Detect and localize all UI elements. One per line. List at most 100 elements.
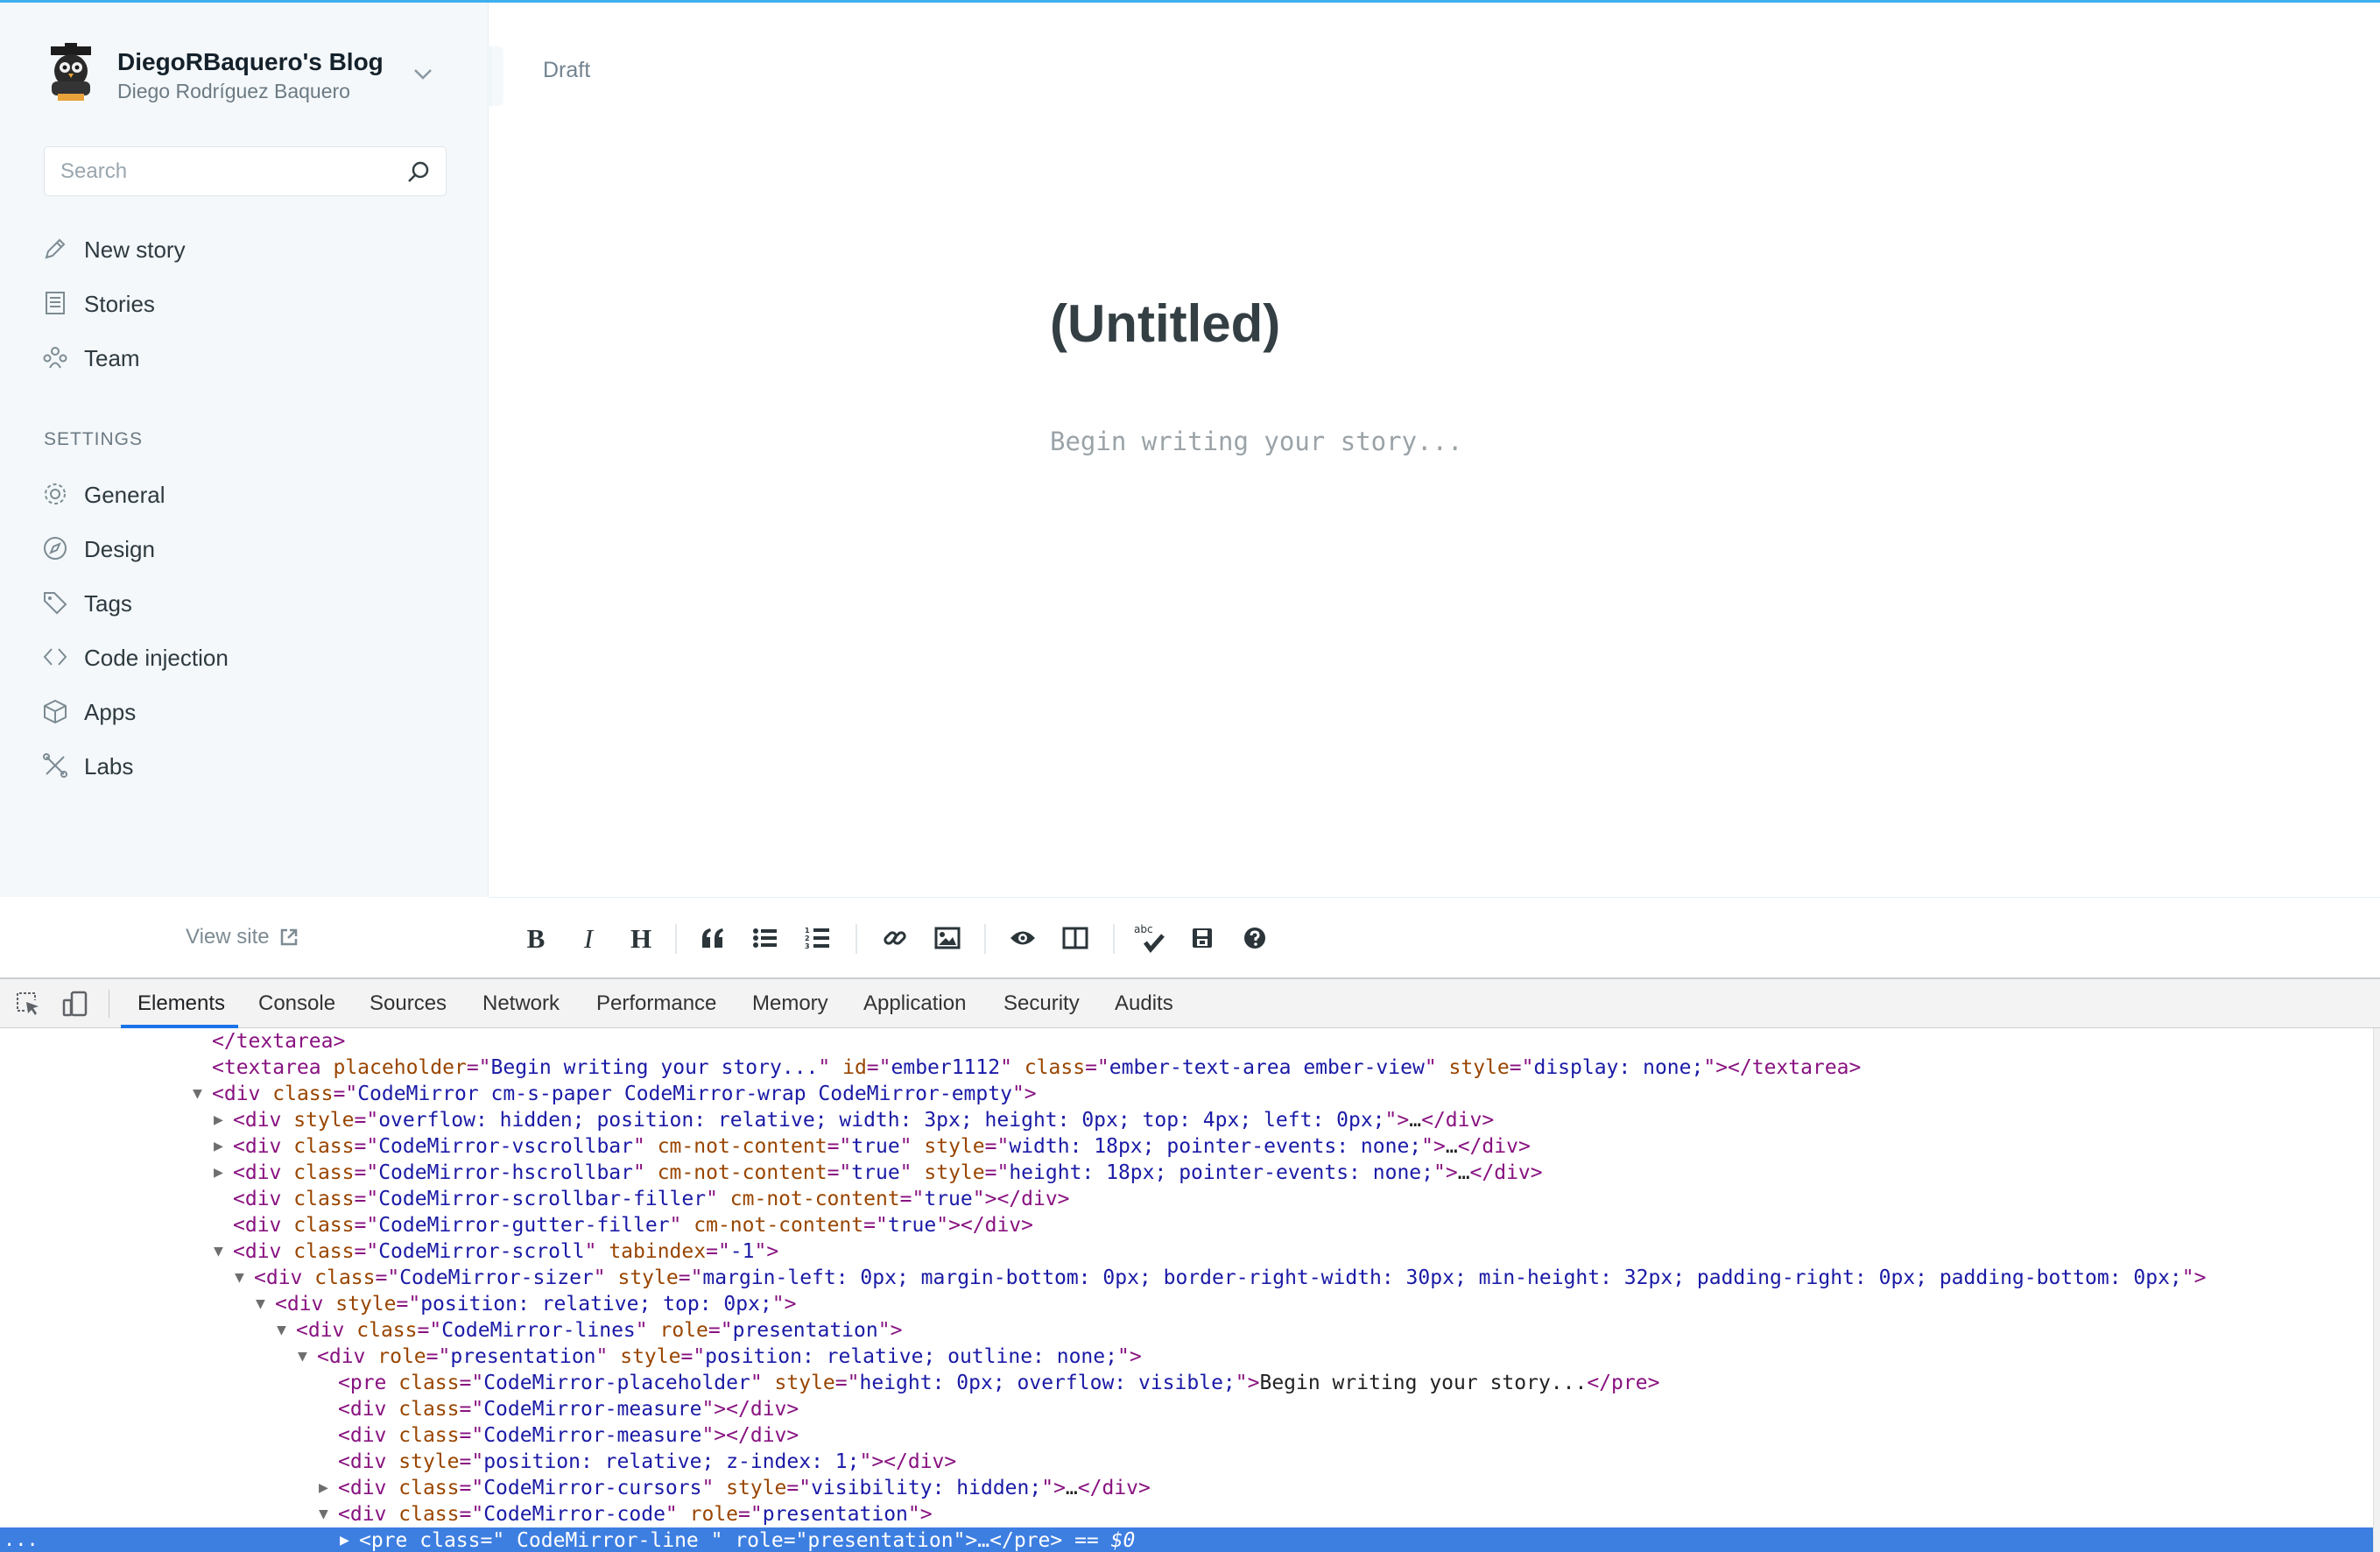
nav-new-story[interactable]: New story	[0, 225, 489, 272]
bold-label: B	[526, 922, 546, 954]
expanded-arrow-icon[interactable]: ▼	[298, 1344, 315, 1370]
inspect-element-icon[interactable]	[14, 990, 42, 1018]
preview-button[interactable]	[1003, 919, 1042, 957]
dom-node-line[interactable]: </textarea>	[0, 1028, 2373, 1055]
dom-node-markup: <div class="CodeMirror-measure"></div>	[338, 1398, 799, 1421]
expanded-arrow-icon[interactable]: ▼	[214, 1238, 231, 1265]
view-site-link[interactable]: View site	[186, 925, 299, 953]
link-icon	[884, 931, 906, 945]
nav-apps[interactable]: Apps	[0, 688, 489, 735]
image-icon	[934, 927, 961, 949]
nav-code-injection[interactable]: Code injection	[0, 633, 489, 681]
dom-node-line[interactable]: ▼ <div class="CodeMirror-sizer" style="ma…	[0, 1265, 2373, 1291]
tab-security[interactable]: Security	[1003, 991, 1080, 1016]
post-title[interactable]: (Untitled)	[1050, 293, 1280, 354]
blog-switcher[interactable]: DiegoRBaquero's Blog Diego Rodríguez Baq…	[44, 43, 447, 106]
tab-application[interactable]: Application	[863, 991, 966, 1016]
gear-icon	[45, 483, 66, 504]
dom-node-line[interactable]: ▶ <div class="CodeMirror-vscrollbar" cm-n…	[0, 1133, 2373, 1160]
bold-button[interactable]: B	[517, 919, 555, 957]
tab-sources[interactable]: Sources	[370, 991, 447, 1016]
sidebar: DiegoRBaquero's Blog Diego Rodríguez Baq…	[0, 3, 489, 897]
quote-button[interactable]	[694, 919, 732, 957]
dom-node-line[interactable]: <pre class="CodeMirror-placeholder" styl…	[0, 1370, 2373, 1396]
dom-node-line[interactable]: ▶ <div class="CodeMirror-cursors" style="…	[0, 1475, 2373, 1501]
dom-node-line[interactable]: <textarea placeholder="Begin writing you…	[0, 1055, 2373, 1081]
spellcheck-button[interactable]: abc	[1131, 919, 1170, 957]
nav-team[interactable]: Team	[0, 334, 489, 381]
tab-memory[interactable]: Memory	[752, 991, 828, 1016]
dom-node-line[interactable]: ▼ <div class="CodeMirror-scroll" tabindex…	[0, 1238, 2373, 1265]
dom-node-line[interactable]: ▼ <div class="CodeMirror-lines" role="pre…	[0, 1317, 2373, 1344]
tab-elements[interactable]: Elements	[137, 991, 225, 1016]
tab-network[interactable]: Network	[482, 991, 560, 1016]
dom-node-markup: <div class="CodeMirror-cursors" style="v…	[338, 1477, 1151, 1499]
fullscreen-button[interactable]	[1183, 919, 1222, 957]
box-icon	[44, 699, 67, 724]
svg-text:2: 2	[805, 935, 810, 942]
dom-node-line[interactable]: <div class="CodeMirror-measure"></div>	[0, 1396, 2373, 1422]
post-body-placeholder[interactable]: Begin writing your story...	[1050, 427, 1462, 456]
collapsed-arrow-icon[interactable]: ▶	[340, 1527, 357, 1552]
chevron-down-icon[interactable]	[410, 60, 436, 87]
devtools-panel: Elements Console Sources Network Perform…	[0, 977, 2380, 1552]
nav-label: Stories	[84, 291, 155, 317]
node-options-icon[interactable]: ...	[4, 1527, 39, 1552]
dom-node-line[interactable]: <div class="CodeMirror-measure"></div>	[0, 1422, 2373, 1449]
nav-tags[interactable]: Tags	[0, 579, 489, 626]
nav-stories[interactable]: Stories	[0, 279, 489, 327]
heading-button[interactable]: H	[622, 919, 660, 957]
nav-design[interactable]: Design	[0, 525, 489, 572]
search-icon[interactable]	[404, 158, 433, 187]
nav-labs[interactable]: Labs	[0, 742, 489, 789]
bullet-list-icon	[753, 928, 777, 948]
dom-node-line[interactable]: ▼ <div class="CodeMirror-code" role="pres…	[0, 1501, 2373, 1527]
tab-console[interactable]: Console	[258, 991, 335, 1016]
device-toolbar-icon[interactable]	[61, 990, 89, 1018]
dom-node-line[interactable]: ▶ <div style="overflow: hidden; position:…	[0, 1107, 2373, 1133]
dom-node-line[interactable]: <div style="position: relative; z-index:…	[0, 1449, 2373, 1475]
expanded-arrow-icon[interactable]: ▼	[277, 1317, 294, 1344]
markdown-toolbar: B I H 1 2 3 abc	[489, 897, 2380, 977]
collapsed-arrow-icon[interactable]: ▶	[319, 1475, 336, 1501]
team-icon	[43, 347, 67, 369]
dom-node-line[interactable]: ▼ <div style="position: relative; top: 0p…	[0, 1291, 2373, 1317]
collapsed-arrow-icon[interactable]: ▶	[214, 1107, 231, 1133]
dom-node-line[interactable]: ... ▶ <pre class=" CodeMirror-line " role=…	[0, 1527, 2373, 1552]
collapsed-arrow-icon[interactable]: ▶	[214, 1160, 231, 1186]
collapsed-arrow-icon[interactable]: ▶	[214, 1133, 231, 1160]
expanded-arrow-icon[interactable]: ▼	[319, 1501, 336, 1527]
save-icon	[1193, 928, 1212, 948]
nav-label: Labs	[84, 753, 134, 780]
dom-tree[interactable]: </textarea> <textarea placeholder="Begin …	[0, 1028, 2373, 1552]
numbered-list-button[interactable]: 1 2 3	[799, 919, 837, 957]
dom-node-line[interactable]: ▶ <div class="CodeMirror-hscrollbar" cm-n…	[0, 1160, 2373, 1186]
tab-audits[interactable]: Audits	[1115, 991, 1173, 1016]
search-input[interactable]	[45, 147, 395, 195]
link-button[interactable]	[876, 919, 914, 957]
italic-button[interactable]: I	[569, 919, 608, 957]
code-icon	[43, 648, 67, 666]
devtools-scrollbar[interactable]	[2373, 1028, 2380, 1552]
expanded-arrow-icon[interactable]: ▼	[193, 1081, 210, 1107]
dom-node-line[interactable]: <div class="CodeMirror-gutter-filler" cm…	[0, 1212, 2373, 1238]
dom-node-line[interactable]: ▼ <div role="presentation" style="positio…	[0, 1344, 2373, 1370]
bullet-list-button[interactable]	[746, 919, 785, 957]
expanded-arrow-icon[interactable]: ▼	[256, 1291, 273, 1317]
dom-node-line[interactable]: <div class="CodeMirror-scrollbar-filler"…	[0, 1186, 2373, 1212]
nav-label: Design	[84, 536, 155, 562]
dom-node-markup: <div class="CodeMirror-code" role="prese…	[338, 1503, 933, 1526]
tab-performance[interactable]: Performance	[596, 991, 716, 1016]
side-by-side-button[interactable]	[1056, 919, 1095, 957]
image-button[interactable]	[928, 919, 967, 957]
expanded-arrow-icon[interactable]: ▼	[235, 1265, 252, 1291]
dom-node-markup: <div class="CodeMirror-scroll" tabindex=…	[233, 1240, 779, 1263]
view-site-label: View site	[186, 925, 270, 949]
tools-icon	[43, 753, 67, 778]
settings-header: SETTINGS	[44, 429, 144, 449]
help-button[interactable]	[1236, 919, 1274, 957]
dom-node-markup: <div class="CodeMirror-scrollbar-filler"…	[233, 1188, 1070, 1210]
nav-general[interactable]: General	[0, 470, 489, 518]
quote-icon	[702, 928, 723, 948]
dom-node-line[interactable]: ▼ <div class="CodeMirror cm-s-paper CodeM…	[0, 1081, 2373, 1107]
